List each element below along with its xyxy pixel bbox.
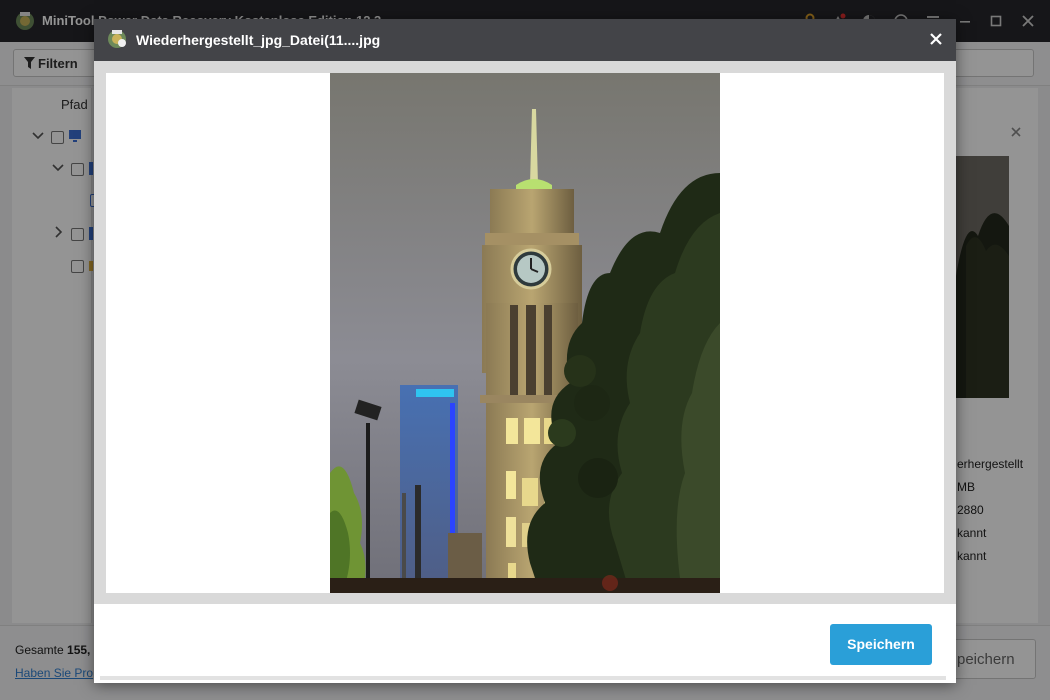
horizontal-scrollbar[interactable] (100, 676, 946, 680)
preview-image (330, 73, 720, 593)
close-icon[interactable] (926, 29, 946, 49)
dialog-footer (94, 604, 948, 674)
save-button[interactable]: Speichern (830, 624, 932, 665)
dialog-title: Wiederhergestellt_jpg_Datei(11....jpg (136, 32, 381, 48)
dialog-titlebar: Wiederhergestellt_jpg_Datei(11....jpg (94, 19, 956, 61)
image-preview-dialog: Wiederhergestellt_jpg_Datei(11....jpg Sp… (94, 19, 956, 683)
minitool-logo-icon (108, 30, 126, 48)
